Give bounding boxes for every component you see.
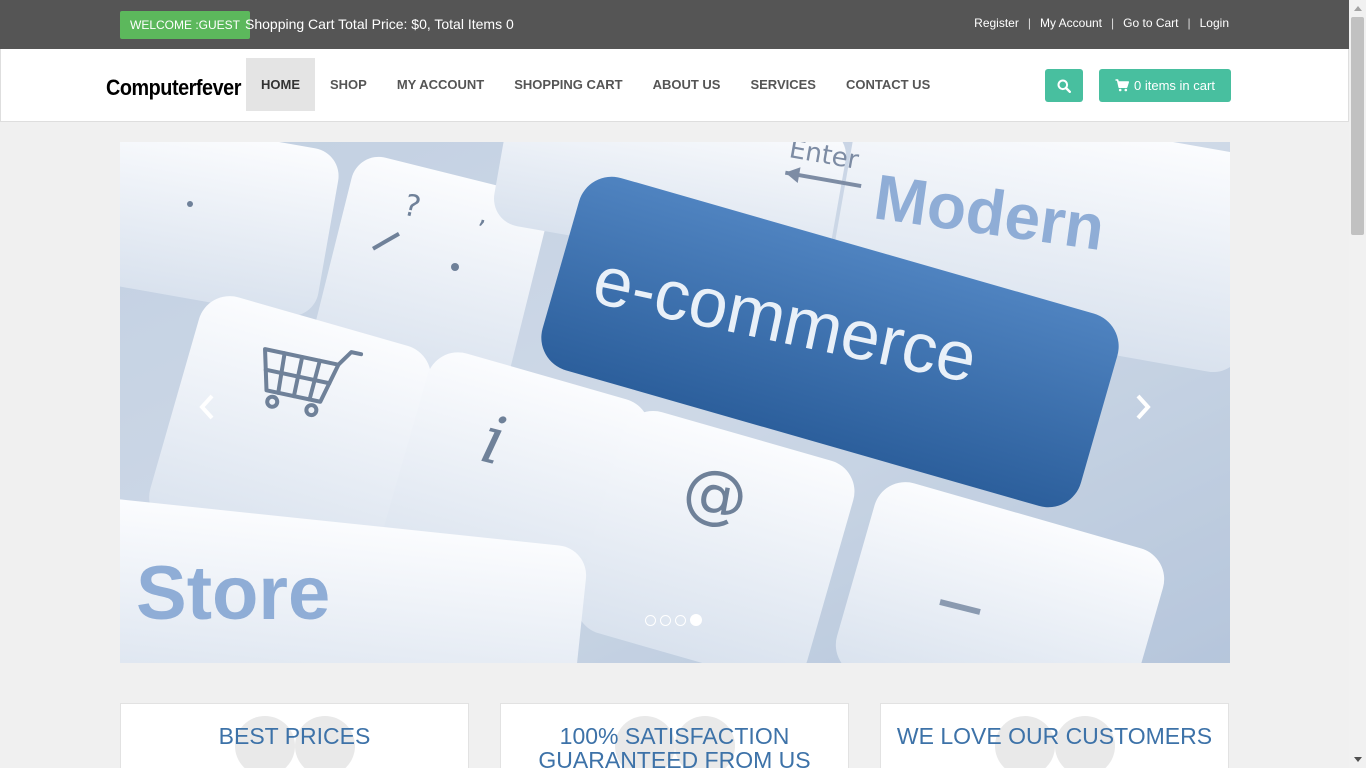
carousel-prev-button[interactable] — [192, 392, 222, 422]
nav-item-about-us[interactable]: ABOUT US — [638, 58, 736, 111]
carousel-indicator[interactable] — [645, 614, 656, 626]
nav-item-shop[interactable]: SHOP — [315, 58, 382, 111]
my-account-link[interactable]: My Account — [1040, 16, 1102, 30]
feature-box-customers: WE LOVE OUR CUSTOMERS — [880, 703, 1229, 768]
main-navbar: Computerfever HOME SHOP MY ACCOUNT SHOPP… — [0, 49, 1349, 122]
carousel-next-button[interactable] — [1128, 392, 1158, 422]
scroll-down-arrow-icon — [1353, 757, 1362, 762]
welcome-badge: WELCOME :GUEST — [120, 11, 251, 39]
feature-box-best-prices: BEST PRICES — [120, 703, 469, 768]
chevron-right-icon — [1136, 394, 1151, 420]
feature-box-satisfaction: 100% SATISFACTION GUARANTEED FROM US — [500, 703, 849, 768]
link-separator: | — [1027, 16, 1031, 30]
feature-title: 100% SATISFACTION GUARANTEED FROM US — [538, 723, 811, 768]
scroll-up-arrow-icon — [1353, 6, 1362, 11]
feature-title: BEST PRICES — [218, 723, 371, 749]
nav-item-contact-us[interactable]: CONTACT US — [831, 58, 945, 111]
scrollbar-thumb[interactable] — [1351, 17, 1364, 235]
login-link[interactable]: Login — [1200, 16, 1229, 30]
nav-item-my-account[interactable]: MY ACCOUNT — [382, 58, 499, 111]
top-bar: WELCOME :GUEST Shopping Cart Total Price… — [0, 0, 1349, 49]
top-links: Register | My Account | Go to Cart | Log… — [974, 16, 1229, 30]
svg-text:@: @ — [677, 453, 753, 537]
feature-title: WE LOVE OUR CUSTOMERS — [896, 723, 1213, 749]
nav-item-home[interactable]: HOME — [246, 58, 315, 111]
store-text: Store — [136, 551, 330, 636]
nav-item-shopping-cart[interactable]: SHOPPING CART — [499, 58, 637, 111]
scroll-down-button[interactable] — [1349, 751, 1366, 768]
slide-image: ? , i @ Enter Modern e-commerce Store — [120, 142, 1230, 663]
brand-logo[interactable]: Computerfever — [106, 75, 241, 101]
link-separator: | — [1187, 16, 1191, 30]
scroll-up-button[interactable] — [1349, 0, 1366, 17]
go-to-cart-link[interactable]: Go to Cart — [1123, 16, 1178, 30]
register-link[interactable]: Register — [974, 16, 1019, 30]
link-separator: | — [1111, 16, 1115, 30]
cart-button[interactable]: 0 items in cart — [1099, 69, 1231, 102]
cart-button-label: 0 items in cart — [1134, 78, 1215, 93]
nav-menu: HOME SHOP MY ACCOUNT SHOPPING CART ABOUT… — [246, 58, 945, 111]
page-scrollbar[interactable] — [1349, 0, 1366, 768]
carousel-indicator-active[interactable] — [690, 614, 702, 626]
carousel-indicator[interactable] — [660, 614, 671, 626]
nav-item-services[interactable]: SERVICES — [735, 58, 831, 111]
chevron-left-icon — [199, 394, 214, 420]
shopping-cart-icon — [1115, 79, 1130, 92]
carousel-indicator[interactable] — [675, 614, 686, 626]
search-icon — [1057, 79, 1071, 93]
cart-summary-text: Shopping Cart Total Price: $0, Total Ite… — [245, 16, 514, 32]
hero-carousel[interactable]: ? , i @ Enter Modern e-commerce Store — [120, 142, 1230, 663]
carousel-indicators — [645, 614, 702, 626]
search-button[interactable] — [1045, 69, 1083, 102]
